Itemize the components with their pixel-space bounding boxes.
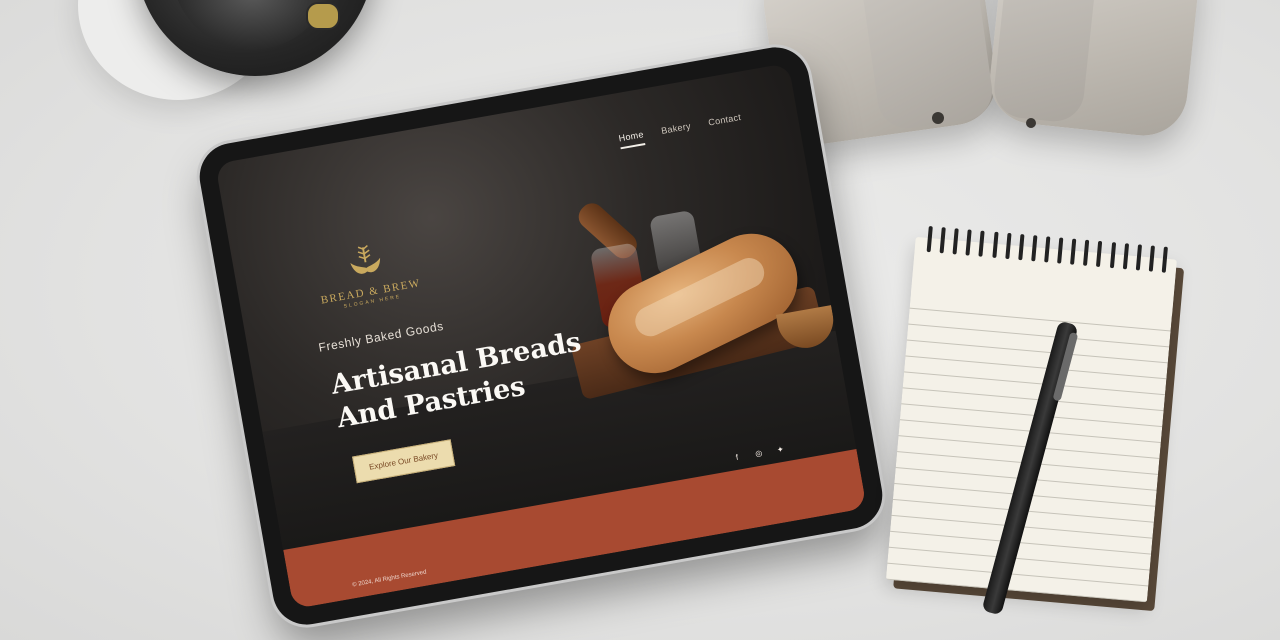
- spiral-ring: [1044, 236, 1051, 263]
- spiral-ring: [965, 229, 973, 256]
- spiral-ring: [1057, 237, 1064, 264]
- coffee-cup-sip-hole: [306, 2, 340, 30]
- nav-item-contact[interactable]: Contact: [708, 112, 743, 134]
- spiral-ring: [939, 227, 946, 254]
- spiral-ring: [1135, 244, 1142, 271]
- spiral-ring: [926, 225, 933, 253]
- nav-item-home[interactable]: Home: [617, 129, 646, 150]
- spiral-ring: [1018, 233, 1025, 261]
- website-screen: Home Bakery Contact BREAD & BREW SLOGAN …: [215, 62, 867, 610]
- spiral-ring: [978, 230, 986, 257]
- spiral-ring: [1031, 235, 1038, 262]
- spiral-ring: [952, 228, 959, 255]
- spiral-ring: [1148, 245, 1155, 272]
- spiral-ring: [1070, 238, 1077, 265]
- facebook-icon[interactable]: f: [731, 452, 742, 463]
- headphone-jack: [932, 112, 944, 124]
- copyright-text: © 2024, All Rights Reserved: [351, 569, 427, 589]
- main-nav: Home Bakery Contact: [617, 112, 743, 150]
- twitter-icon[interactable]: ✦: [775, 444, 786, 455]
- spiral-ring: [1083, 239, 1090, 266]
- instagram-icon[interactable]: ◎: [753, 448, 764, 459]
- spiral-ring: [1122, 243, 1129, 270]
- spiral-ring: [1096, 240, 1103, 268]
- spiral-ring: [991, 231, 999, 258]
- spiral-ring: [1004, 232, 1012, 260]
- wheat-hands-icon: [350, 245, 381, 274]
- site-logo[interactable]: BREAD & BREW SLOGAN HERE: [308, 234, 427, 314]
- nav-item-bakery[interactable]: Bakery: [660, 121, 692, 142]
- tablet-frame: Home Bakery Contact BREAD & BREW SLOGAN …: [194, 42, 888, 630]
- headphone-button: [1026, 118, 1036, 128]
- tablet: Home Bakery Contact BREAD & BREW SLOGAN …: [194, 42, 888, 630]
- spiral-ring: [1109, 241, 1116, 269]
